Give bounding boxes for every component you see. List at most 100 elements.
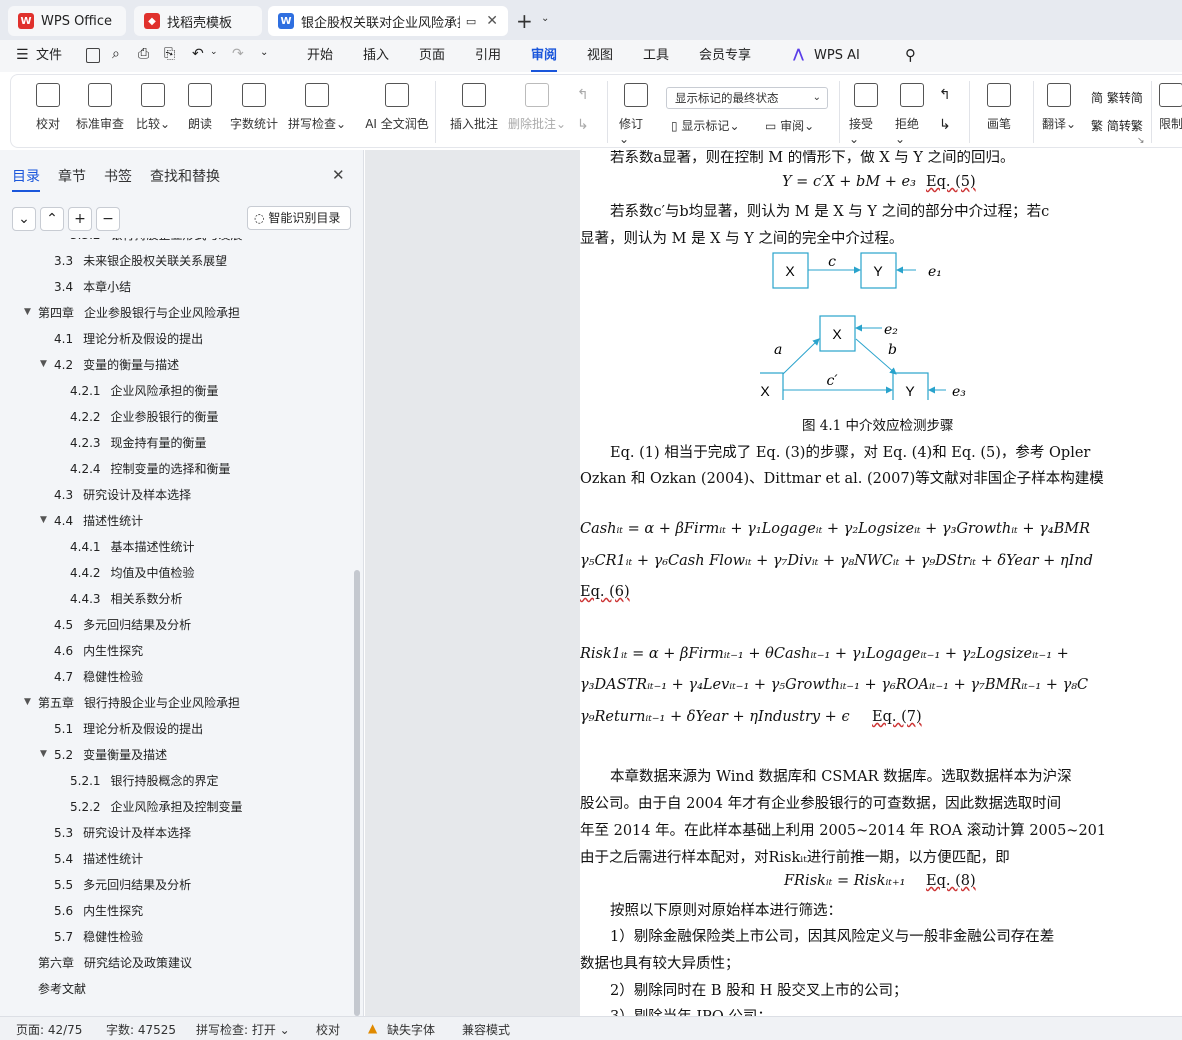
reject-button[interactable]: 拒绝⌄: [895, 83, 929, 146]
spell-check-button[interactable]: 拼写检查⌄: [287, 83, 347, 132]
markup-select[interactable]: 显示标记的最终状态 ⌄: [666, 87, 828, 109]
prev-comment-icon[interactable]: ↰: [577, 87, 589, 103]
menu-review[interactable]: 审阅: [531, 40, 558, 72]
delete-comment-button[interactable]: 删除批注⌄: [507, 83, 567, 132]
menu-member[interactable]: 会员专享: [699, 40, 751, 72]
toc-item[interactable]: 4.4.2 均值及中值检验: [70, 564, 195, 581]
insert-comment-button[interactable]: 插入批注: [447, 83, 501, 132]
toc-item[interactable]: 5.2.2 企业风险承担及控制变量: [70, 798, 243, 815]
toc-item[interactable]: 第四章 企业参股银行与企业风险承担: [38, 304, 240, 321]
toc-item[interactable]: 5.2 变量衡量及描述: [54, 746, 167, 763]
spell-check-status[interactable]: 拼写检查: 打开 ⌄: [196, 1021, 290, 1038]
collapse-down-button[interactable]: ⌄: [12, 207, 36, 231]
compare-button[interactable]: 比较⌄: [135, 83, 171, 132]
nav-tab-bookmarks[interactable]: 书签: [104, 166, 132, 186]
proofread-button[interactable]: 校对: [31, 83, 65, 132]
tab-document[interactable]: W 银企股权关联对企业风险承担 ▭ ✕: [268, 6, 508, 36]
print-icon[interactable]: ⎙: [138, 46, 149, 62]
prev-change-icon[interactable]: ↰: [939, 87, 951, 103]
toc-item[interactable]: 第五章 银行持股企业与企业风险承担: [38, 694, 240, 711]
toc-item[interactable]: 5.4 描述性统计: [54, 850, 143, 867]
toc-item[interactable]: 第六章 研究结论及政策建议: [38, 954, 192, 971]
toc-item[interactable]: 4.4.1 基本描述性统计: [70, 538, 195, 555]
search-icon[interactable]: ⚲: [905, 46, 916, 64]
undo-icon[interactable]: ↶: [192, 46, 204, 62]
nav-tab-sections[interactable]: 章节: [58, 166, 86, 186]
scrollbar-thumb[interactable]: [354, 570, 360, 1016]
add-heading-button[interactable]: +: [68, 207, 92, 231]
toc-item[interactable]: 4.2.2 企业参股银行的衡量: [70, 408, 219, 425]
toc-item[interactable]: 4.7 稳健性检验: [54, 668, 143, 685]
tab-wps-office[interactable]: W WPS Office: [8, 6, 126, 36]
translate-button[interactable]: 翻译⌄: [1041, 83, 1077, 132]
toc-item[interactable]: 参考文献: [38, 980, 86, 997]
format-painter-icon[interactable]: ⌕: [112, 46, 120, 62]
restrict-button[interactable]: 限制: [1159, 83, 1182, 132]
nav-tab-find-replace[interactable]: 查找和替换: [150, 166, 220, 186]
menu-tools[interactable]: 工具: [643, 40, 669, 72]
toc-item[interactable]: 4.3 研究设计及样本选择: [54, 486, 191, 503]
read-aloud-button[interactable]: 朗读: [185, 83, 215, 132]
expand-arrow-icon[interactable]: ▼: [24, 307, 31, 317]
trad-to-simp-button[interactable]: 简 繁转简: [1091, 89, 1143, 106]
pen-button[interactable]: 画笔: [983, 83, 1015, 132]
remove-heading-button[interactable]: −: [96, 207, 120, 231]
expand-arrow-icon[interactable]: ▼: [40, 749, 47, 759]
menu-wps-ai[interactable]: WPS AI: [814, 40, 860, 72]
track-changes-button[interactable]: 修订⌄: [619, 83, 653, 146]
simp-to-trad-button[interactable]: 繁 简转繁: [1091, 117, 1143, 134]
toc-item[interactable]: 4.2 变量的衡量与描述: [54, 356, 179, 373]
toc-item[interactable]: 4.2.3 现金持有量的衡量: [70, 434, 207, 451]
toc-item[interactable]: 5.3 研究设计及样本选择: [54, 824, 191, 841]
menu-references[interactable]: 引用: [475, 40, 501, 72]
tab-template[interactable]: ◆ 找稻壳模板: [134, 6, 262, 36]
redo-icon[interactable]: ↷: [232, 46, 244, 62]
toc-item[interactable]: 3.3.2 银行持股企业形式与发展: [70, 238, 243, 243]
menu-insert[interactable]: 插入: [363, 40, 389, 72]
toc-item[interactable]: 5.6 内生性探究: [54, 902, 143, 919]
toc-item[interactable]: 3.4 本章小结: [54, 278, 131, 295]
toc-item[interactable]: 5.2.1 银行持股概念的界定: [70, 772, 219, 789]
menu-view[interactable]: 视图: [587, 40, 613, 72]
menu-file[interactable]: 文件: [36, 40, 62, 72]
show-markup-button[interactable]: ▯ 显示标记⌄: [671, 117, 740, 134]
undo-menu-chevron-icon[interactable]: ⌄: [210, 47, 218, 57]
quick-access-chevron-icon[interactable]: ⌄: [260, 47, 268, 58]
toc-item[interactable]: 5.5 多元回归结果及分析: [54, 876, 191, 893]
nav-tab-toc[interactable]: 目录: [12, 166, 40, 192]
document-page[interactable]: 若系数a显著，则在控制 M 的情形下，做 X 与 Y 之间的回归。 Y = c′…: [580, 150, 1182, 1016]
next-comment-icon[interactable]: ↳: [577, 117, 589, 133]
word-count[interactable]: 字数: 47525: [106, 1021, 176, 1038]
word-count-button[interactable]: 字数统计: [227, 83, 281, 132]
toc-item[interactable]: 3.3 未来银企股权关联关系展望: [54, 252, 227, 269]
toc-item[interactable]: 4.5 多元回归结果及分析: [54, 616, 191, 633]
new-tab-icon[interactable]: +: [516, 9, 533, 33]
expand-arrow-icon[interactable]: ▼: [40, 515, 47, 525]
print-preview-icon[interactable]: ⎘: [164, 46, 175, 62]
menu-home[interactable]: 开始: [307, 40, 333, 72]
next-change-icon[interactable]: ↳: [939, 117, 951, 133]
toc-item[interactable]: 5.7 稳健性检验: [54, 928, 143, 945]
review-pane-button[interactable]: ▭ 审阅⌄: [765, 117, 814, 134]
standard-review-button[interactable]: 标准审查: [73, 83, 127, 132]
expand-arrow-icon[interactable]: ▼: [24, 697, 31, 707]
collapse-up-button[interactable]: ⌃: [40, 207, 64, 231]
window-icon[interactable]: ▭: [466, 15, 476, 28]
toc-item[interactable]: 4.4.3 相关系数分析: [70, 590, 183, 607]
proofread-status[interactable]: 校对: [316, 1021, 340, 1038]
toc-item[interactable]: 4.1 理论分析及假设的提出: [54, 330, 203, 347]
toc-item[interactable]: 4.4 描述性统计: [54, 512, 143, 529]
toc-item[interactable]: 5.1 理论分析及假设的提出: [54, 720, 203, 737]
close-tab-icon[interactable]: ✕: [486, 13, 498, 29]
tab-list-chevron-icon[interactable]: ⌄: [541, 13, 549, 24]
toc-item[interactable]: 4.6 内生性探究: [54, 642, 143, 659]
save-icon[interactable]: [86, 48, 100, 63]
menu-page[interactable]: 页面: [419, 40, 445, 72]
smart-toc-button[interactable]: ◌ 智能识别目录: [247, 206, 351, 230]
close-pane-icon[interactable]: ✕: [332, 166, 345, 184]
hamburger-icon[interactable]: ☰: [16, 47, 29, 63]
expand-arrow-icon[interactable]: ▼: [40, 359, 47, 369]
accept-button[interactable]: 接受⌄: [849, 83, 883, 146]
toc-item[interactable]: 4.2.4 控制变量的选择和衡量: [70, 460, 231, 477]
page-indicator[interactable]: 页面: 42/75: [16, 1021, 82, 1038]
